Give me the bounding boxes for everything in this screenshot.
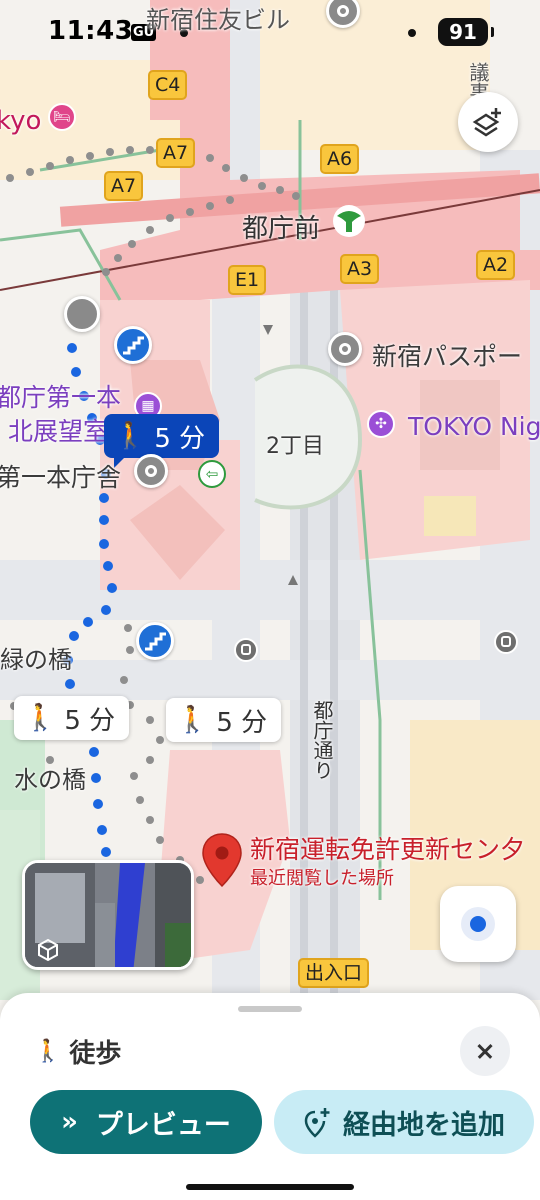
directions-sheet[interactable]: 🚶 徒歩 » プレビュー 経由地を追加: [0, 993, 540, 1200]
label-sumitomo[interactable]: 新宿住友ビル: [146, 0, 290, 35]
close-button[interactable]: [460, 1026, 510, 1076]
poi-marker-icon[interactable]: [328, 332, 362, 366]
status-dot-icon: [408, 29, 416, 37]
my-location-button[interactable]: [440, 886, 516, 962]
layers-add-icon: [472, 108, 501, 137]
add-stop-label: 経由地を追加: [343, 1109, 505, 1141]
label-tokyo-night[interactable]: TOKYO Nig: [408, 412, 540, 441]
layers-button[interactable]: [458, 92, 518, 152]
walking-icon: 🚶: [176, 705, 209, 735]
bus-stop-icon[interactable]: [234, 638, 258, 662]
preview-label: プレビュー: [95, 1109, 231, 1141]
start-point-icon[interactable]: [64, 296, 100, 332]
walk-time: 5 分: [216, 707, 268, 738]
label-first-building[interactable]: 第一本庁舎: [0, 458, 121, 494]
double-chevron-icon: »: [61, 1107, 78, 1137]
red-pin-icon[interactable]: [200, 832, 244, 890]
label-tocho-street: 都庁通り: [310, 700, 334, 780]
bus-stop-icon[interactable]: [494, 630, 518, 654]
walking-icon: 🚶: [114, 421, 147, 451]
exit-badge[interactable]: A6: [320, 144, 360, 174]
label-passport[interactable]: 新宿パスポー: [372, 337, 522, 373]
exit-badge[interactable]: A7: [156, 138, 196, 168]
battery-indicator: 91: [438, 18, 494, 46]
home-indicator: [186, 1184, 354, 1190]
toei-subway-icon[interactable]: [332, 204, 366, 238]
my-location-icon: [461, 907, 495, 941]
label-observatory-2[interactable]: 北展望室: [8, 412, 108, 448]
hotel-icon[interactable]: 🛏: [48, 103, 76, 131]
walk-time: 5 分: [64, 705, 116, 736]
walk-time: 5 分: [154, 423, 206, 454]
exit-badge[interactable]: 出入口: [298, 958, 370, 988]
add-stop-button[interactable]: 経由地を追加: [274, 1090, 534, 1154]
exit-badge[interactable]: A2: [476, 250, 516, 280]
preview-button[interactable]: » プレビュー: [30, 1090, 262, 1154]
exit-badge[interactable]: A3: [340, 254, 380, 284]
travel-mode: 🚶 徒歩: [34, 1033, 121, 1070]
walk-time-chip[interactable]: 🚶 5 分: [166, 698, 282, 742]
street-view-icon: [35, 937, 61, 963]
label-chome: 2丁目: [266, 434, 324, 459]
travel-mode-label: 徒歩: [69, 1039, 122, 1069]
station-name[interactable]: 都庁前: [242, 208, 320, 245]
status-time: 11:43: [48, 16, 134, 46]
label-hotel[interactable]: kyo: [0, 106, 41, 136]
stairs-icon[interactable]: [136, 622, 174, 660]
stairs-icon[interactable]: [114, 326, 152, 364]
attraction-icon[interactable]: ✣: [367, 410, 395, 438]
street-view-thumbnail[interactable]: [22, 860, 194, 970]
walk-time-chip[interactable]: 🚶 5 分: [14, 696, 130, 740]
walking-icon: 🚶: [34, 1039, 62, 1064]
walk-time-chip-active[interactable]: 🚶 5 分: [104, 414, 220, 468]
destination-subtitle: 最近閲覧した場所: [250, 868, 394, 889]
map-canvas[interactable]: 11:43 GU 91 新宿住友ビル 議事 kyo 🛏 C4 A7 A7 A6 …: [0, 0, 540, 1000]
exit-badge[interactable]: C4: [148, 70, 188, 100]
add-stop-pin-icon: [304, 1108, 330, 1138]
exit-badge[interactable]: E1: [228, 265, 267, 295]
label-observatory-1[interactable]: 都庁第一本: [0, 378, 121, 414]
exit-badge[interactable]: A7: [104, 171, 144, 201]
walking-icon: 🚶: [24, 703, 57, 733]
entrance-icon[interactable]: ⇦: [198, 460, 226, 488]
label-mizu-bridge: 水の橋: [14, 766, 86, 794]
poi-marker-icon[interactable]: [134, 454, 168, 488]
destination-name[interactable]: 新宿運転免許更新セン夕: [250, 830, 525, 866]
label-midori-bridge: 緑の橋: [0, 646, 72, 674]
sheet-drag-handle[interactable]: [238, 1006, 302, 1012]
